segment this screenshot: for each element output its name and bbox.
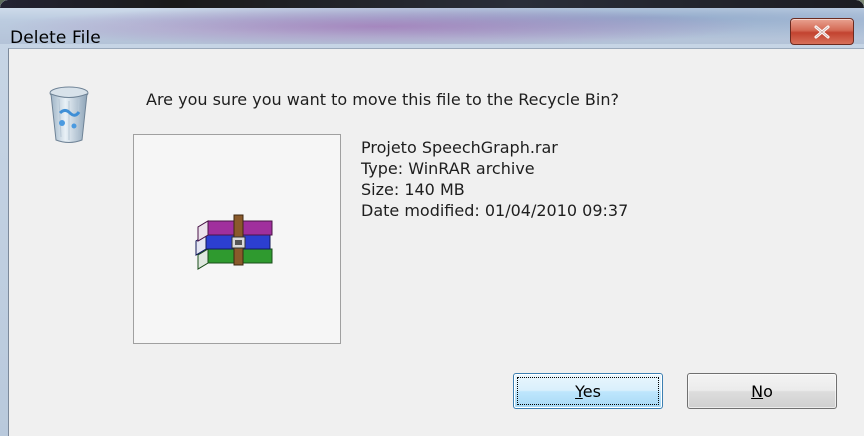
file-type: Type: WinRAR archive bbox=[361, 159, 535, 178]
title-bar[interactable]: Delete File bbox=[0, 0, 864, 48]
close-icon bbox=[814, 25, 830, 38]
confirmation-message: Are you sure you want to move this file … bbox=[146, 90, 619, 109]
window-title: Delete File bbox=[10, 28, 101, 48]
file-date-modified: Date modified: 01/04/2010 09:37 bbox=[361, 201, 629, 220]
yes-button[interactable]: Yes bbox=[513, 373, 663, 409]
winrar-archive-icon bbox=[195, 214, 273, 270]
dialog-body: Are you sure you want to move this file … bbox=[8, 48, 864, 436]
recycle-bin-icon bbox=[49, 86, 89, 143]
file-size: Size: 140 MB bbox=[361, 180, 465, 199]
file-details: Projeto SpeechGraph.rar Type: WinRAR arc… bbox=[361, 137, 628, 221]
title-bar-edge bbox=[0, 0, 864, 8]
no-button-label: No bbox=[751, 381, 773, 401]
file-preview-box bbox=[133, 134, 341, 344]
delete-file-dialog: Delete File Are you sure you want to mov… bbox=[0, 0, 864, 436]
no-button[interactable]: No bbox=[687, 373, 837, 409]
close-button[interactable] bbox=[790, 18, 854, 45]
yes-button-label: Yes bbox=[575, 381, 601, 401]
file-name: Projeto SpeechGraph.rar bbox=[361, 138, 558, 157]
